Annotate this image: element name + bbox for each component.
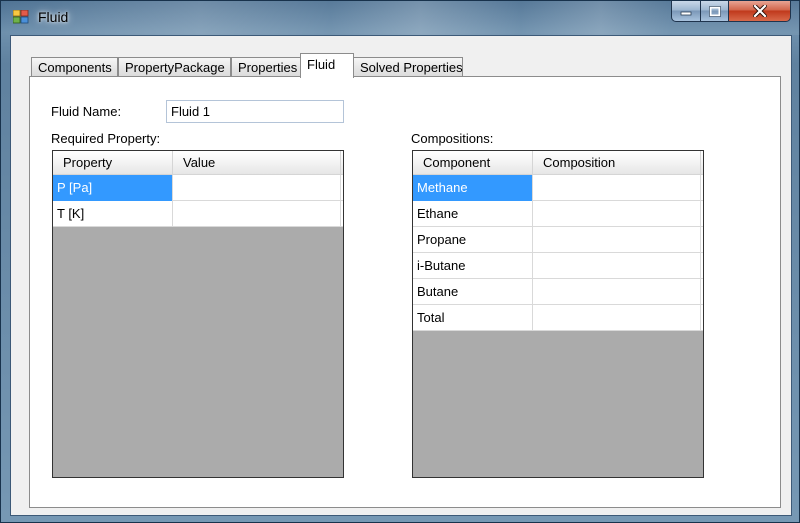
maximize-icon: [708, 5, 721, 17]
minimize-button[interactable]: [671, 1, 701, 22]
grid-header: Property Value: [53, 151, 343, 175]
composition-cell[interactable]: [533, 175, 701, 201]
window-title: Fluid: [38, 9, 69, 25]
compositions-grid: Component Composition Methane Ethane Pro…: [412, 150, 704, 478]
column-header-composition[interactable]: Composition: [533, 151, 701, 175]
value-cell[interactable]: [173, 175, 341, 201]
table-row: T [K]: [53, 201, 343, 227]
close-icon: [752, 5, 767, 17]
compositions-label: Compositions:: [411, 131, 494, 146]
composition-cell[interactable]: [533, 305, 701, 331]
tab-fluid[interactable]: Fluid: [300, 53, 354, 78]
property-cell[interactable]: T [K]: [53, 201, 173, 227]
grid-header: Component Composition: [413, 151, 703, 175]
table-row: P [Pa]: [53, 175, 343, 201]
component-cell[interactable]: Propane: [413, 227, 533, 253]
tab-solved-properties[interactable]: Solved Properties: [353, 57, 463, 78]
close-button[interactable]: [729, 1, 791, 22]
component-cell[interactable]: Methane: [413, 175, 533, 201]
component-cell[interactable]: i-Butane: [413, 253, 533, 279]
table-row: Propane: [413, 227, 703, 253]
minimize-icon: [680, 11, 692, 16]
composition-cell[interactable]: [533, 253, 701, 279]
component-cell[interactable]: Total: [413, 305, 533, 331]
app-icon: [13, 10, 29, 24]
required-property-label: Required Property:: [51, 131, 161, 146]
window-controls: [671, 1, 791, 23]
component-cell[interactable]: Butane: [413, 279, 533, 305]
property-cell[interactable]: P [Pa]: [53, 175, 173, 201]
column-header-value[interactable]: Value: [173, 151, 341, 175]
table-row: Ethane: [413, 201, 703, 227]
column-header-property[interactable]: Property: [53, 151, 173, 175]
tab-panel-fluid: Fluid Name: Required Property: Property …: [29, 76, 781, 508]
table-row: Total: [413, 305, 703, 331]
table-row: i-Butane: [413, 253, 703, 279]
composition-cell[interactable]: [533, 227, 701, 253]
column-header-component[interactable]: Component: [413, 151, 533, 175]
tab-property-package[interactable]: PropertyPackage: [118, 57, 231, 78]
composition-cell[interactable]: [533, 279, 701, 305]
fluid-name-label: Fluid Name:: [51, 104, 122, 119]
required-property-grid: Property Value P [Pa] T [K]: [52, 150, 344, 478]
component-cell[interactable]: Ethane: [413, 201, 533, 227]
fluid-name-input[interactable]: [166, 100, 344, 123]
value-cell[interactable]: [173, 201, 341, 227]
window-frame: Fluid Components PropertyPackage Propert…: [0, 0, 800, 523]
table-row: Methane: [413, 175, 703, 201]
tab-properties[interactable]: Properties: [231, 57, 301, 78]
window-client-area: Components PropertyPackage Properties Fl…: [10, 35, 792, 516]
table-row: Butane: [413, 279, 703, 305]
composition-cell[interactable]: [533, 201, 701, 227]
tab-components[interactable]: Components: [31, 57, 118, 78]
maximize-button[interactable]: [701, 1, 729, 22]
